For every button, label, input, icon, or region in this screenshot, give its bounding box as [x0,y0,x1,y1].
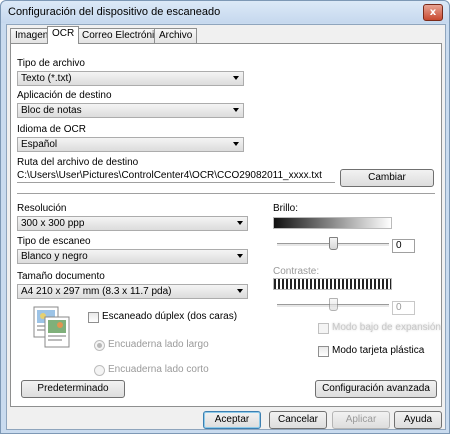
ocr-language-select[interactable]: Español [17,137,244,152]
default-settings-button[interactable]: Predeterminado [21,380,125,398]
close-button[interactable]: x [423,4,443,21]
apply-button[interactable]: Aplicar [332,411,390,429]
duplex-checkbox[interactable] [88,312,99,323]
long-edge-radio[interactable] [94,340,105,351]
ocr-language-value: Español [21,139,58,150]
divider [17,193,435,195]
brightness-gradient [273,217,392,229]
long-edge-label: Encuaderna lado largo [108,339,209,350]
contrast-label: Contraste: [273,266,320,277]
change-path-button[interactable]: Cambiar [340,169,434,187]
ocr-language-label: Idioma de OCR [17,124,86,135]
file-type-value: Texto (*.txt) [21,73,72,84]
scan-type-value: Blanco y negro [21,251,88,262]
accept-button[interactable]: Aceptar [203,411,261,429]
chevron-down-icon [237,221,243,225]
document-size-select[interactable]: A4 210 x 297 mm (8.3 x 11.7 pda) [17,284,248,299]
duplex-pages-icon [33,306,71,348]
target-app-select[interactable]: Bloc de notas [17,103,244,118]
close-icon: x [429,7,437,18]
chevron-down-icon [233,142,239,146]
dest-path-field[interactable]: C:\Users\User\Pictures\ControlCenter4\OC… [17,170,335,183]
document-size-label: Tamaño documento [17,271,105,282]
cancel-button[interactable]: Cancelar [269,411,327,429]
plastic-card-checkbox[interactable] [318,346,329,357]
scan-type-label: Tipo de escaneo [17,236,91,247]
contrast-value[interactable]: 0 [392,301,415,315]
short-edge-radio[interactable] [94,365,105,376]
resolution-select[interactable]: 300 x 300 ppp [17,216,248,231]
blurred-option-label: Modo bajo de expansión [332,322,441,333]
chevron-down-icon [233,108,239,112]
title-bar[interactable]: Configuración del dispositivo de escanea… [1,1,449,23]
target-app-label: Aplicación de destino [17,90,112,101]
chevron-down-icon [237,254,243,258]
contrast-slider-thumb[interactable] [328,298,338,311]
target-app-value: Bloc de notas [21,105,82,116]
dialog-body: Imagen OCR Correo Electrónico Archivo Ti… [6,24,446,430]
scan-type-select[interactable]: Blanco y negro [17,249,248,264]
file-type-label: Tipo de archivo [17,58,85,69]
dialog-window: Configuración del dispositivo de escanea… [0,0,450,434]
chevron-down-icon [233,76,239,80]
brightness-slider-thumb[interactable] [328,237,338,250]
chevron-down-icon [237,289,243,293]
brightness-value[interactable]: 0 [392,239,415,253]
short-edge-label: Encuaderna lado corto [108,364,209,375]
tab-panel-ocr: Tipo de archivo Texto (*.txt) Aplicación… [10,43,442,407]
blurred-option-checkbox[interactable] [318,323,329,334]
document-size-value: A4 210 x 297 mm (8.3 x 11.7 pda) [21,286,172,297]
brightness-label: Brillo: [273,203,299,214]
resolution-label: Resolución [17,203,67,214]
tab-archivo[interactable]: Archivo [154,28,198,43]
dest-path-label: Ruta del archivo de destino [17,157,139,168]
advanced-settings-button[interactable]: Configuración avanzada [315,380,437,398]
help-button[interactable]: Ayuda [394,411,442,429]
window-title: Configuración del dispositivo de escanea… [8,6,221,18]
file-type-select[interactable]: Texto (*.txt) [17,71,244,86]
plastic-card-label: Modo tarjeta plástica [332,345,425,356]
duplex-label: Escaneado dúplex (dos caras) [102,311,238,322]
tab-ocr[interactable]: OCR [47,26,80,44]
contrast-pattern [273,278,392,290]
resolution-value: 300 x 300 ppp [21,218,85,229]
